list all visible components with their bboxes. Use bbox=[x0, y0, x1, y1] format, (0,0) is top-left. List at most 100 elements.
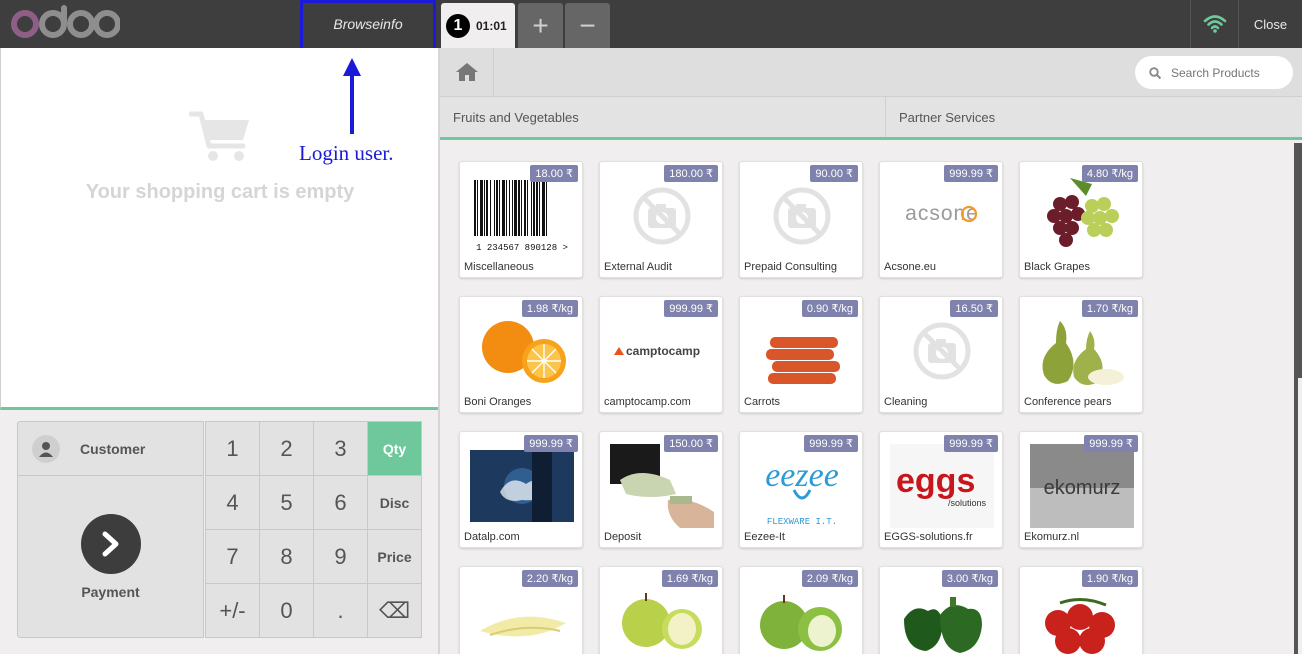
product-card[interactable]: eezee FLEXWARE I.T. 999.99 ₹ Eezee-It bbox=[739, 431, 863, 548]
search-box[interactable] bbox=[1135, 56, 1293, 89]
product-card[interactable]: acsone 999.99 ₹ Acsone.eu bbox=[879, 161, 1003, 278]
order-number-badge: 1 bbox=[446, 13, 470, 38]
logo-text: ekomurz bbox=[1044, 477, 1121, 499]
numpad-key-8[interactable]: 8 bbox=[259, 529, 314, 584]
home-icon bbox=[455, 63, 478, 81]
close-button[interactable]: Close bbox=[1238, 0, 1302, 48]
numpad-key-6[interactable]: 6 bbox=[313, 475, 368, 530]
breadcrumb bbox=[440, 48, 1302, 97]
product-card[interactable]: ekomurz 999.99 ₹ Ekomurz.nl bbox=[1019, 431, 1143, 548]
product-card[interactable]: 3.00 ₹/kg bbox=[879, 566, 1003, 654]
product-name: Ekomurz.nl bbox=[1024, 531, 1080, 543]
product-card[interactable]: 0.90 ₹/kg Carrots bbox=[739, 296, 863, 413]
mode-disc-button[interactable]: Disc bbox=[367, 475, 422, 530]
product-price: 999.99 ₹ bbox=[804, 435, 858, 452]
logo-subtext: FLEXWARE I.T. bbox=[767, 517, 837, 527]
product-pane: Fruits and Vegetables Partner Services 1… bbox=[440, 48, 1302, 654]
product-scrollbar[interactable] bbox=[1297, 143, 1302, 378]
numpad-key-5[interactable]: 5 bbox=[259, 475, 314, 530]
numpad-key-3[interactable]: 3 bbox=[313, 421, 368, 476]
product-name: Acsone.eu bbox=[884, 261, 936, 273]
empty-cart-message: Your shopping cart is empty bbox=[85, 181, 355, 203]
product-card[interactable]: 1.90 ₹/kg bbox=[1019, 566, 1143, 654]
logo-text: eggs bbox=[896, 462, 975, 500]
backspace-icon: ⌫ bbox=[378, 597, 411, 623]
numpad-key-7[interactable]: 7 bbox=[205, 529, 260, 584]
product-price: 3.00 ₹/kg bbox=[941, 570, 998, 587]
minus-icon: − bbox=[579, 9, 596, 41]
product-price: 0.90 ₹/kg bbox=[801, 300, 858, 317]
numpad-key-0[interactable]: 0 bbox=[259, 583, 314, 638]
product-price: 1.98 ₹/kg bbox=[521, 300, 578, 317]
order-pane: Your shopping cart is empty Login user. … bbox=[0, 48, 440, 654]
username-label: Browseinfo bbox=[333, 15, 403, 32]
mode-qty-button[interactable]: Qty bbox=[367, 421, 422, 476]
payment-button[interactable]: Payment bbox=[17, 476, 204, 638]
product-name: camptocamp.com bbox=[604, 396, 691, 408]
logo-text: eezee bbox=[765, 457, 839, 494]
backspace-button[interactable]: ⌫ bbox=[367, 583, 422, 638]
chevron-right-icon bbox=[81, 514, 141, 574]
product-price: 180.00 ₹ bbox=[664, 165, 718, 182]
product-name: Boni Oranges bbox=[464, 396, 532, 408]
product-card[interactable]: 2.20 ₹/kg bbox=[459, 566, 583, 654]
add-order-button[interactable]: + bbox=[518, 3, 563, 48]
category-partner-services[interactable]: Partner Services bbox=[886, 97, 1302, 137]
product-price: 2.20 ₹/kg bbox=[521, 570, 578, 587]
product-list: 1 234567 890128 > 18.00 ₹ Miscellaneous 180… bbox=[440, 143, 1298, 654]
remove-order-button[interactable]: − bbox=[565, 3, 610, 48]
money-photo-image bbox=[610, 444, 714, 528]
product-price: 4.80 ₹/kg bbox=[1081, 165, 1138, 182]
barcode-image: 1 234567 890128 > bbox=[470, 174, 574, 258]
plus-icon: + bbox=[532, 9, 549, 41]
search-input[interactable] bbox=[1171, 65, 1281, 80]
customer-button[interactable]: Customer bbox=[17, 421, 204, 476]
numpad-key-4[interactable]: 4 bbox=[205, 475, 260, 530]
carrots-image bbox=[750, 309, 854, 393]
product-price: 999.99 ₹ bbox=[944, 435, 998, 452]
datalp-photo-image bbox=[470, 444, 574, 528]
order-cart: Your shopping cart is empty Login user. bbox=[0, 48, 438, 410]
product-card[interactable]: 4.80 ₹/kg Black Grapes bbox=[1019, 161, 1143, 278]
no-photo-image bbox=[610, 174, 714, 258]
product-card[interactable]: 1.98 ₹/kg Boni Oranges bbox=[459, 296, 583, 413]
numpad-key-2[interactable]: 2 bbox=[259, 421, 314, 476]
category-fruits-and-vegetables[interactable]: Fruits and Vegetables bbox=[440, 97, 886, 137]
no-photo-image bbox=[890, 309, 994, 393]
grapes-image bbox=[1030, 174, 1134, 258]
numpad-key-plus-minus[interactable]: +/- bbox=[205, 583, 260, 638]
numpad-key-9[interactable]: 9 bbox=[313, 529, 368, 584]
product-card[interactable]: camptocamp 999.99 ₹ camptocamp.com bbox=[599, 296, 723, 413]
product-name: Eezee-It bbox=[744, 531, 785, 543]
control-pad: Customer Payment 1 2 3 Qty 4 5 6 Disc 7 … bbox=[17, 421, 423, 639]
mode-price-button[interactable]: Price bbox=[367, 529, 422, 584]
product-card[interactable]: 180.00 ₹ External Audit bbox=[599, 161, 723, 278]
annotation-text: Login user. bbox=[299, 141, 394, 165]
product-card[interactable]: 1 234567 890128 > 18.00 ₹ Miscellaneous bbox=[459, 161, 583, 278]
connection-status[interactable] bbox=[1190, 0, 1238, 48]
product-grid: 1 234567 890128 > 18.00 ₹ Miscellaneous 180… bbox=[459, 161, 1143, 654]
product-card[interactable]: 999.99 ₹ Datalp.com bbox=[459, 431, 583, 548]
numpad: 1 2 3 Qty 4 5 6 Disc 7 8 9 Price +/- 0 .… bbox=[205, 421, 423, 638]
user-icon bbox=[32, 434, 60, 463]
eezee-logo-image: eezee FLEXWARE I.T. bbox=[750, 444, 854, 528]
numpad-key-1[interactable]: 1 bbox=[205, 421, 260, 476]
product-price: 90.00 ₹ bbox=[810, 165, 858, 182]
product-price: 1.69 ₹/kg bbox=[661, 570, 718, 587]
numpad-key-dot[interactable]: . bbox=[313, 583, 368, 638]
product-card[interactable]: 2.09 ₹/kg bbox=[739, 566, 863, 654]
oranges-image bbox=[470, 309, 574, 393]
product-price: 2.09 ₹/kg bbox=[801, 570, 858, 587]
product-card[interactable]: 1.70 ₹/kg Conference pears bbox=[1019, 296, 1143, 413]
product-card[interactable]: eggs/solutions 999.99 ₹ EGGS-solutions.fr bbox=[879, 431, 1003, 548]
product-name: Miscellaneous bbox=[464, 261, 534, 273]
product-name: Prepaid Consulting bbox=[744, 261, 837, 273]
product-card[interactable]: 150.00 ₹ Deposit bbox=[599, 431, 723, 548]
product-card[interactable]: 90.00 ₹ Prepaid Consulting bbox=[739, 161, 863, 278]
product-price: 999.99 ₹ bbox=[664, 300, 718, 317]
product-card[interactable]: 1.69 ₹/kg bbox=[599, 566, 723, 654]
product-price: 150.00 ₹ bbox=[664, 435, 718, 452]
home-category-button[interactable] bbox=[440, 48, 494, 96]
order-tab[interactable]: 1 01:01 bbox=[441, 3, 515, 48]
product-card[interactable]: 16.50 ₹ Cleaning bbox=[879, 296, 1003, 413]
